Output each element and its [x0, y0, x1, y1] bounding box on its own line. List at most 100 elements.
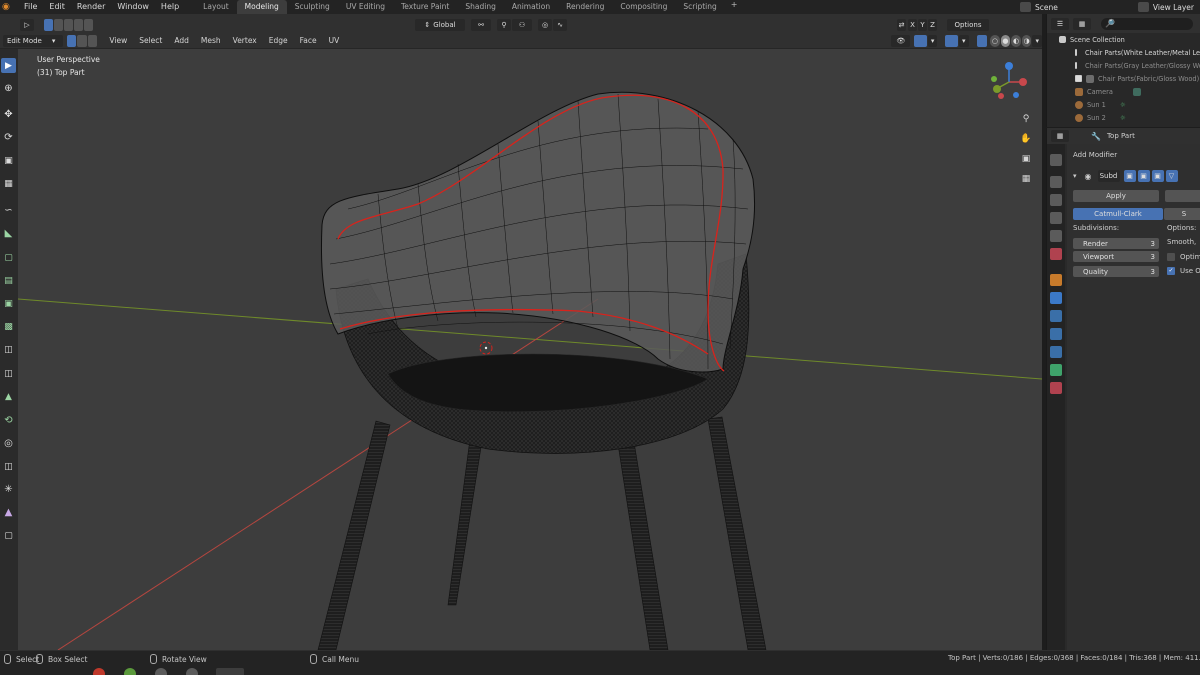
collapse-arrow-icon[interactable]: ▾: [1073, 172, 1077, 180]
tab-uv-editing[interactable]: UV Editing: [338, 0, 393, 14]
loop-cut-tool[interactable]: ◫: [1, 342, 16, 357]
output-tab-icon[interactable]: [1050, 194, 1062, 206]
material-tab-icon[interactable]: [1050, 382, 1062, 394]
move-tool[interactable]: ✥: [1, 107, 16, 122]
menu-uv[interactable]: UV: [323, 36, 346, 45]
outliner-search-input[interactable]: 🔎: [1101, 17, 1193, 30]
tab-layout[interactable]: Layout: [195, 0, 237, 14]
xray-toggle[interactable]: [976, 34, 988, 47]
shading-wireframe-button[interactable]: ○: [990, 34, 1000, 47]
tab-animation[interactable]: Animation: [504, 0, 558, 14]
tab-texture-paint[interactable]: Texture Paint: [393, 0, 457, 14]
cursor-tool[interactable]: ⊕: [1, 81, 16, 96]
world-tab-icon[interactable]: [1050, 248, 1062, 260]
outliner-item[interactable]: Chair Parts(Fabric/Gloss Wood): [1047, 72, 1200, 85]
shear-tool[interactable]: ▲: [1, 505, 16, 520]
show-in-render-icon[interactable]: ▣: [1137, 170, 1150, 182]
grid-ortho-icon[interactable]: ▦: [1018, 171, 1034, 187]
outliner-item-camera[interactable]: Camera: [1047, 85, 1200, 98]
catmull-clark-toggle[interactable]: Catmull-Clark: [1073, 208, 1163, 220]
inset-tool[interactable]: ▣: [1, 296, 16, 311]
view-layer-icon[interactable]: [1137, 2, 1149, 12]
camera-view-icon[interactable]: ▣: [1018, 151, 1034, 167]
scene-collection-row[interactable]: Scene Collection: [1047, 33, 1200, 46]
view-layer-name[interactable]: View Layer: [1153, 3, 1194, 12]
data-tab-icon[interactable]: [1050, 364, 1062, 376]
scene-icon[interactable]: [1020, 2, 1032, 12]
menu-edge[interactable]: Edge: [263, 36, 294, 45]
tab-shading[interactable]: Shading: [457, 0, 503, 14]
outliner-item[interactable]: Chair Parts(Gray Leather/Glossy Wood): [1047, 59, 1200, 72]
taskbar-blender-icon[interactable]: [216, 668, 244, 675]
add-modifier-dropdown[interactable]: Add Modifier: [1073, 151, 1117, 159]
spin-tool[interactable]: ⟲: [1, 413, 16, 428]
outliner-item[interactable]: Chair Parts(White Leather/Metal Legs): [1047, 46, 1200, 59]
pan-hand-icon[interactable]: ✋: [1018, 131, 1034, 147]
simple-toggle[interactable]: S: [1164, 208, 1200, 220]
navigation-gizmo[interactable]: [984, 57, 1034, 107]
rip-region-tool[interactable]: ▢: [1, 528, 16, 543]
menu-add[interactable]: Add: [168, 36, 195, 45]
blender-logo-icon[interactable]: ◉: [2, 2, 14, 12]
render-tab-icon[interactable]: [1050, 176, 1062, 188]
display-mode-dropdown[interactable]: ▦: [1073, 17, 1091, 30]
taskbar-app-icon[interactable]: [186, 668, 198, 675]
tab-sculpting[interactable]: Sculpting: [287, 0, 338, 14]
on-cage-icon[interactable]: ▽: [1165, 170, 1178, 182]
shading-dropdown[interactable]: ▾: [1032, 34, 1043, 47]
mirror-x-toggle[interactable]: X: [908, 18, 917, 31]
measure-tool[interactable]: ◣: [1, 226, 16, 241]
apply-button[interactable]: Apply: [1073, 190, 1159, 202]
viewport-levels-field[interactable]: Viewport 3: [1073, 251, 1159, 262]
mirror-y-toggle[interactable]: Y: [918, 18, 927, 31]
edge-slide-tool[interactable]: ◫: [1, 459, 16, 474]
scene-tab-icon[interactable]: [1050, 230, 1062, 242]
menu-select[interactable]: Select: [133, 36, 168, 45]
shrink-fatten-tool[interactable]: ✳: [1, 482, 16, 497]
mirror-z-toggle[interactable]: Z: [928, 18, 937, 31]
tab-modeling[interactable]: Modeling: [236, 0, 287, 14]
options-dropdown[interactable]: Options: [947, 18, 989, 31]
view-object-types-dropdown[interactable]: 👁: [891, 34, 911, 47]
select-extend-icon[interactable]: [54, 18, 63, 31]
zoom-magnifier-icon[interactable]: ⚲: [1018, 111, 1034, 127]
transform-orientation-dropdown[interactable]: ⇕ Global: [415, 18, 465, 31]
tab-scripting[interactable]: Scripting: [675, 0, 724, 14]
show-in-viewport-icon[interactable]: ▣: [1151, 170, 1164, 182]
add-cube-tool[interactable]: ▢: [1, 250, 16, 265]
scene-name[interactable]: Scene: [1035, 3, 1058, 12]
menu-face[interactable]: Face: [294, 36, 323, 45]
smooth-tool[interactable]: ◎: [1, 436, 16, 451]
menu-render[interactable]: Render: [71, 0, 111, 14]
render-levels-field[interactable]: Render 3: [1073, 238, 1159, 249]
object-tab-icon[interactable]: [1050, 274, 1062, 286]
mirror-icon[interactable]: ⇄: [897, 18, 906, 31]
optimal-display-checkbox[interactable]: [1167, 253, 1175, 261]
select-new-icon[interactable]: [44, 18, 53, 31]
properties-editor-dropdown[interactable]: ▦: [1051, 130, 1069, 142]
outliner-item-sun1[interactable]: Sun 1 ☼: [1047, 98, 1200, 111]
copy-button[interactable]: [1165, 190, 1200, 202]
3d-viewport[interactable]: User Perspective (31) Top Part ⚲ ✋ ▣ ▦: [18, 49, 1042, 650]
tab-compositing[interactable]: Compositing: [612, 0, 675, 14]
checkbox-icon[interactable]: [1075, 49, 1077, 56]
falloff-dropdown[interactable]: ∿: [553, 18, 567, 31]
modifier-name-field[interactable]: Subd: [1097, 170, 1120, 182]
menu-edit[interactable]: Edit: [43, 0, 71, 14]
menu-mesh[interactable]: Mesh: [195, 36, 227, 45]
modifier-wrench-tab-icon[interactable]: [1050, 292, 1062, 304]
view-layer-tab-icon[interactable]: [1050, 212, 1062, 224]
mode-dropdown[interactable]: Edit Mode ▾: [3, 34, 63, 47]
shading-rendered-button[interactable]: ◑: [1021, 34, 1032, 47]
vertex-select-mode[interactable]: [66, 34, 77, 47]
edge-select-mode[interactable]: [77, 34, 87, 47]
editor-type-dropdown[interactable]: ☰: [1051, 17, 1069, 30]
tab-rendering[interactable]: Rendering: [558, 0, 612, 14]
poly-build-tool[interactable]: ▲: [1, 389, 16, 404]
physics-tab-icon[interactable]: [1050, 328, 1062, 340]
select-intersect-icon[interactable]: [84, 18, 93, 31]
menu-file[interactable]: File: [18, 0, 43, 14]
proportional-edit-toggle[interactable]: ◎: [538, 18, 552, 31]
shading-material-button[interactable]: ◐: [1011, 34, 1021, 47]
transform-tool[interactable]: ▦: [1, 176, 16, 191]
